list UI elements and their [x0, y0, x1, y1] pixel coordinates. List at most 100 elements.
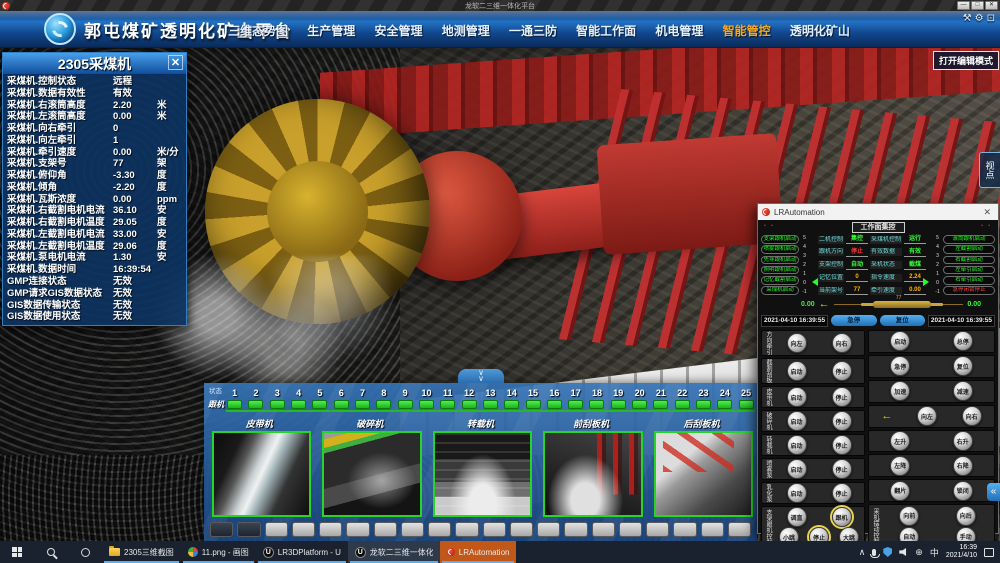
microphone-icon[interactable]: [872, 549, 876, 556]
strip-cell[interactable]: [701, 522, 724, 537]
control-button-急停[interactable]: 急停: [890, 356, 910, 376]
control-button-调直[interactable]: 调直: [787, 507, 807, 527]
close-icon[interactable]: ✕: [980, 207, 994, 218]
control-button-停止[interactable]: 停止: [832, 483, 852, 503]
run-status-button[interactable]: 支架跟机启动: [761, 235, 799, 244]
strip-cell[interactable]: [210, 522, 233, 537]
strip-cell[interactable]: [510, 522, 533, 537]
network-icon[interactable]: ⊕: [915, 547, 923, 558]
control-button-左降[interactable]: 左降: [890, 456, 910, 476]
strip-cell[interactable]: [374, 522, 397, 537]
nav-item-安全管理[interactable]: 安全管理: [374, 22, 422, 39]
maximize-button[interactable]: □: [971, 1, 984, 10]
reset-button[interactable]: 复位: [880, 315, 925, 326]
strip-cell[interactable]: [564, 522, 587, 537]
cortana-button[interactable]: [68, 541, 102, 563]
taskbar-item-11.png - 画图[interactable]: 11.png - 画图: [181, 541, 256, 563]
run-status-button[interactable]: 急停闭锁停止: [943, 286, 995, 295]
run-status-button[interactable]: 照明跟机启动: [761, 266, 799, 275]
thumbnail-strip[interactable]: [210, 522, 751, 537]
control-button-启动[interactable]: 启动: [787, 435, 807, 455]
control-button-翻片[interactable]: 翻片: [890, 481, 910, 501]
camera-thumbnail-后刮板机[interactable]: [654, 431, 753, 517]
run-status-button[interactable]: 左牵引启动: [943, 266, 995, 275]
control-button-向前[interactable]: 向前: [899, 506, 919, 526]
search-button[interactable]: [34, 541, 68, 563]
strip-cell[interactable]: [592, 522, 615, 537]
collapse-panel-tab[interactable]: ∨∨: [458, 369, 504, 383]
control-button-启动[interactable]: 启动: [787, 411, 807, 431]
strip-cell[interactable]: [319, 522, 342, 537]
control-button-向后[interactable]: 向后: [956, 506, 976, 526]
restore-icon[interactable]: ⊡: [987, 13, 995, 24]
strip-cell[interactable]: [401, 522, 424, 537]
control-button-加速[interactable]: 加速: [890, 381, 910, 401]
strip-cell[interactable]: [455, 522, 478, 537]
security-shield-icon[interactable]: [883, 547, 892, 557]
strip-cell[interactable]: [292, 522, 315, 537]
nav-item-智能工作面[interactable]: 智能工作面: [576, 22, 636, 39]
strip-cell[interactable]: [265, 522, 288, 537]
control-button-启动[interactable]: 启动: [787, 483, 807, 503]
control-button-停止[interactable]: 停止: [832, 411, 852, 431]
camera-thumbnail-皮带机[interactable]: [212, 431, 311, 517]
strip-cell[interactable]: [646, 522, 669, 537]
nav-item-三维态势图[interactable]: 三维态势图: [228, 22, 288, 39]
start-button[interactable]: [0, 541, 34, 563]
sidebar-collapse-tab[interactable]: «: [987, 483, 1000, 501]
camera-thumbnail-破碎机[interactable]: [322, 431, 421, 517]
run-status-button[interactable]: 右截割启动: [943, 256, 995, 265]
control-button-右升[interactable]: 右升: [953, 431, 973, 451]
nav-item-地测管理[interactable]: 地测管理: [442, 22, 490, 39]
minimize-button[interactable]: —: [957, 1, 970, 10]
strip-cell[interactable]: [728, 522, 751, 537]
control-button-减速[interactable]: 减速: [953, 381, 973, 401]
viewpoint-tab[interactable]: 视点: [979, 152, 1000, 188]
notification-center-icon[interactable]: [984, 548, 994, 557]
open-edit-mode-button[interactable]: 打开编辑模式: [933, 51, 999, 70]
control-button-复位[interactable]: 复位: [953, 356, 973, 376]
taskbar-item-龙软二三维一体化...[interactable]: U龙软二三维一体化...: [348, 541, 440, 563]
slider-track[interactable]: 77: [834, 301, 964, 308]
strip-cell[interactable]: [346, 522, 369, 537]
run-status-button[interactable]: 滚筒跟机启动: [943, 235, 995, 244]
nav-item-一通三防[interactable]: 一通三防: [509, 22, 557, 39]
control-button-向左[interactable]: 向左: [917, 406, 937, 426]
run-status-button[interactable]: 右牵引启动: [943, 276, 995, 285]
speaker-icon[interactable]: [899, 548, 908, 556]
control-button-启动[interactable]: 启动: [890, 331, 910, 351]
control-button-启动[interactable]: 启动: [787, 361, 807, 381]
control-button-跟机[interactable]: 跟机: [832, 507, 852, 527]
strip-cell[interactable]: [673, 522, 696, 537]
close-icon[interactable]: ✕: [168, 55, 183, 70]
control-button-停止[interactable]: 停止: [832, 459, 852, 479]
control-button-启动[interactable]: 启动: [787, 459, 807, 479]
run-status-button[interactable]: 左截割启动: [943, 245, 995, 254]
strip-cell[interactable]: [537, 522, 560, 537]
control-button-向右[interactable]: 向右: [962, 406, 982, 426]
strip-cell[interactable]: [237, 522, 260, 537]
control-button-锁闭[interactable]: 锁闭: [953, 481, 973, 501]
taskbar-item-LR3DPlatform - U...[interactable]: ULR3DPlatform - U...: [256, 541, 348, 563]
ime-indicator[interactable]: 中: [930, 546, 939, 559]
estop-button[interactable]: 急停: [831, 315, 876, 326]
control-button-停止[interactable]: 停止: [832, 361, 852, 381]
run-status-button[interactable]: 喷雾跟机启动: [761, 245, 799, 254]
control-button-向右[interactable]: 向右: [832, 333, 852, 353]
taskbar-item-LRAutomation[interactable]: LRAutomation: [440, 541, 517, 563]
taskbar-item-2305三维截图[interactable]: 2305三维截图: [102, 541, 181, 563]
control-button-停止[interactable]: 停止: [832, 435, 852, 455]
nav-item-机电管理[interactable]: 机电管理: [655, 22, 703, 39]
control-button-启动[interactable]: 启动: [787, 387, 807, 407]
control-button-左升[interactable]: 左升: [890, 431, 910, 451]
close-button[interactable]: ✕: [985, 1, 998, 10]
gear-icon[interactable]: ⚙: [975, 13, 984, 24]
control-button-总停[interactable]: 总停: [953, 331, 973, 351]
run-status-button[interactable]: 采煤机启动: [761, 286, 799, 295]
nav-item-透明化矿山[interactable]: 透明化矿山: [790, 22, 850, 39]
strip-cell[interactable]: [619, 522, 642, 537]
control-button-右降[interactable]: 右降: [953, 456, 973, 476]
camera-thumbnail-转载机[interactable]: [433, 431, 532, 517]
nav-item-生产管理[interactable]: 生产管理: [307, 22, 355, 39]
run-status-button[interactable]: 记忆截割启动: [761, 276, 799, 285]
